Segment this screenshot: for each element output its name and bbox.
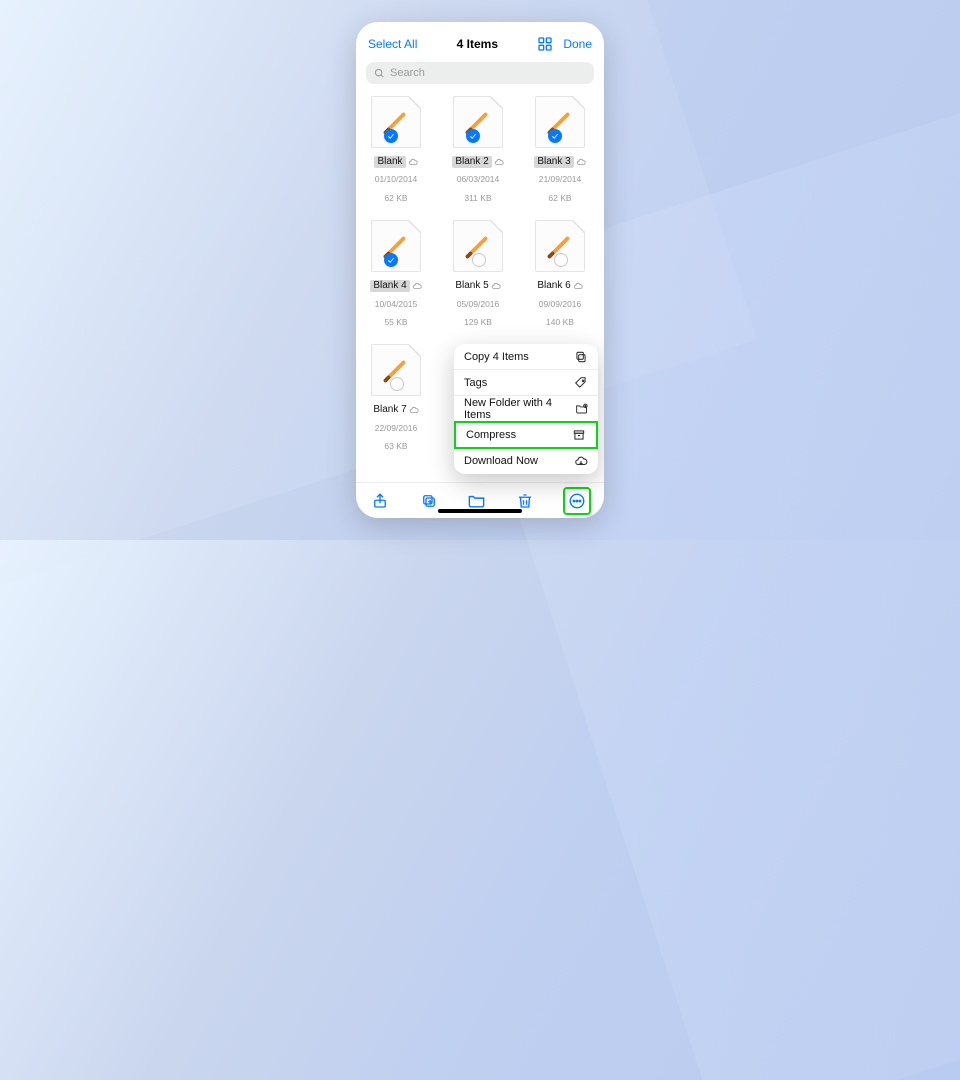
file-date: 09/09/2016 xyxy=(539,299,582,309)
menu-item-copy[interactable]: Copy 4 Items xyxy=(454,344,598,370)
file-size: 62 KB xyxy=(548,193,571,203)
context-menu: Copy 4 Items Tags New Folder with 4 Item… xyxy=(454,344,598,474)
search-icon xyxy=(374,68,385,79)
file-name: Blank 5 xyxy=(455,280,500,292)
selected-check-icon xyxy=(466,129,480,143)
folder-plus-icon xyxy=(575,402,588,416)
file-size: 62 KB xyxy=(384,193,407,203)
file-thumbnail xyxy=(535,96,585,148)
menu-item-folder-plus[interactable]: New Folder with 4 Items xyxy=(454,396,598,422)
selected-check-icon xyxy=(384,253,398,267)
menu-item-cloud-down[interactable]: Download Now xyxy=(454,448,598,474)
copy-icon xyxy=(574,350,588,364)
file-name: Blank xyxy=(374,156,417,168)
file-thumbnail xyxy=(535,220,585,272)
selected-check-icon xyxy=(548,129,562,143)
file-name: Blank 2 xyxy=(452,156,503,168)
file-date: 10/04/2015 xyxy=(375,299,418,309)
file-name: Blank 7 xyxy=(373,404,418,416)
selection-ring-icon xyxy=(390,377,404,391)
view-toggle-icon[interactable] xyxy=(537,36,553,52)
home-indicator xyxy=(438,509,522,513)
file-name: Blank 4 xyxy=(370,280,421,292)
file-date: 21/09/2014 xyxy=(539,174,582,184)
search-placeholder: Search xyxy=(390,67,425,79)
menu-item-tag[interactable]: Tags xyxy=(454,370,598,396)
menu-item-label: Tags xyxy=(464,377,487,389)
share-button[interactable] xyxy=(370,491,390,511)
iphone-frame: Select All 4 Items Done Search Blank 01 xyxy=(356,22,604,518)
file-size: 129 KB xyxy=(464,317,492,327)
delete-button[interactable] xyxy=(515,491,535,511)
file-date: 01/10/2014 xyxy=(375,174,418,184)
file-size: 311 KB xyxy=(464,193,491,203)
file-size: 55 KB xyxy=(384,317,407,327)
file-item[interactable]: Blank 7 22/09/2016 63 KB xyxy=(366,344,426,454)
done-button[interactable]: Done xyxy=(563,37,592,51)
file-name: Blank 6 xyxy=(537,280,582,292)
file-item[interactable]: Blank 4 10/04/2015 55 KB xyxy=(366,220,426,330)
tag-icon xyxy=(574,376,588,390)
select-all-button[interactable]: Select All xyxy=(368,37,417,51)
cloud-down-icon xyxy=(574,454,588,468)
file-thumbnail xyxy=(371,220,421,272)
menu-item-label: New Folder with 4 Items xyxy=(464,397,575,421)
move-button[interactable] xyxy=(467,491,487,511)
file-thumbnail xyxy=(453,96,503,148)
file-thumbnail xyxy=(371,96,421,148)
menu-item-label: Copy 4 Items xyxy=(464,351,529,363)
file-item[interactable]: Blank 6 09/09/2016 140 KB xyxy=(530,220,590,330)
file-item[interactable]: Blank 5 05/09/2016 129 KB xyxy=(448,220,508,330)
file-name: Blank 3 xyxy=(534,156,585,168)
file-thumbnail xyxy=(453,220,503,272)
duplicate-button[interactable] xyxy=(419,491,439,511)
selection-ring-icon xyxy=(554,253,568,267)
file-thumbnail xyxy=(371,344,421,396)
menu-item-label: Compress xyxy=(466,429,516,441)
file-date: 06/03/2014 xyxy=(457,174,500,184)
nav-title: 4 Items xyxy=(457,37,498,51)
file-item[interactable]: Blank 2 06/03/2014 311 KB xyxy=(448,96,508,206)
file-item[interactable]: Blank 01/10/2014 62 KB xyxy=(366,96,426,206)
file-date: 05/09/2016 xyxy=(457,299,500,309)
nav-bar: Select All 4 Items Done xyxy=(356,22,604,58)
more-button[interactable] xyxy=(564,488,590,514)
search-field[interactable]: Search xyxy=(366,62,594,84)
file-size: 63 KB xyxy=(384,441,407,451)
menu-item-label: Download Now xyxy=(464,455,538,467)
menu-item-archive[interactable]: Compress xyxy=(454,421,598,449)
file-date: 22/09/2016 xyxy=(375,423,418,433)
selected-check-icon xyxy=(384,129,398,143)
file-size: 140 KB xyxy=(546,317,574,327)
archive-icon xyxy=(572,428,586,442)
selection-ring-icon xyxy=(472,253,486,267)
file-item[interactable]: Blank 3 21/09/2014 62 KB xyxy=(530,96,590,206)
